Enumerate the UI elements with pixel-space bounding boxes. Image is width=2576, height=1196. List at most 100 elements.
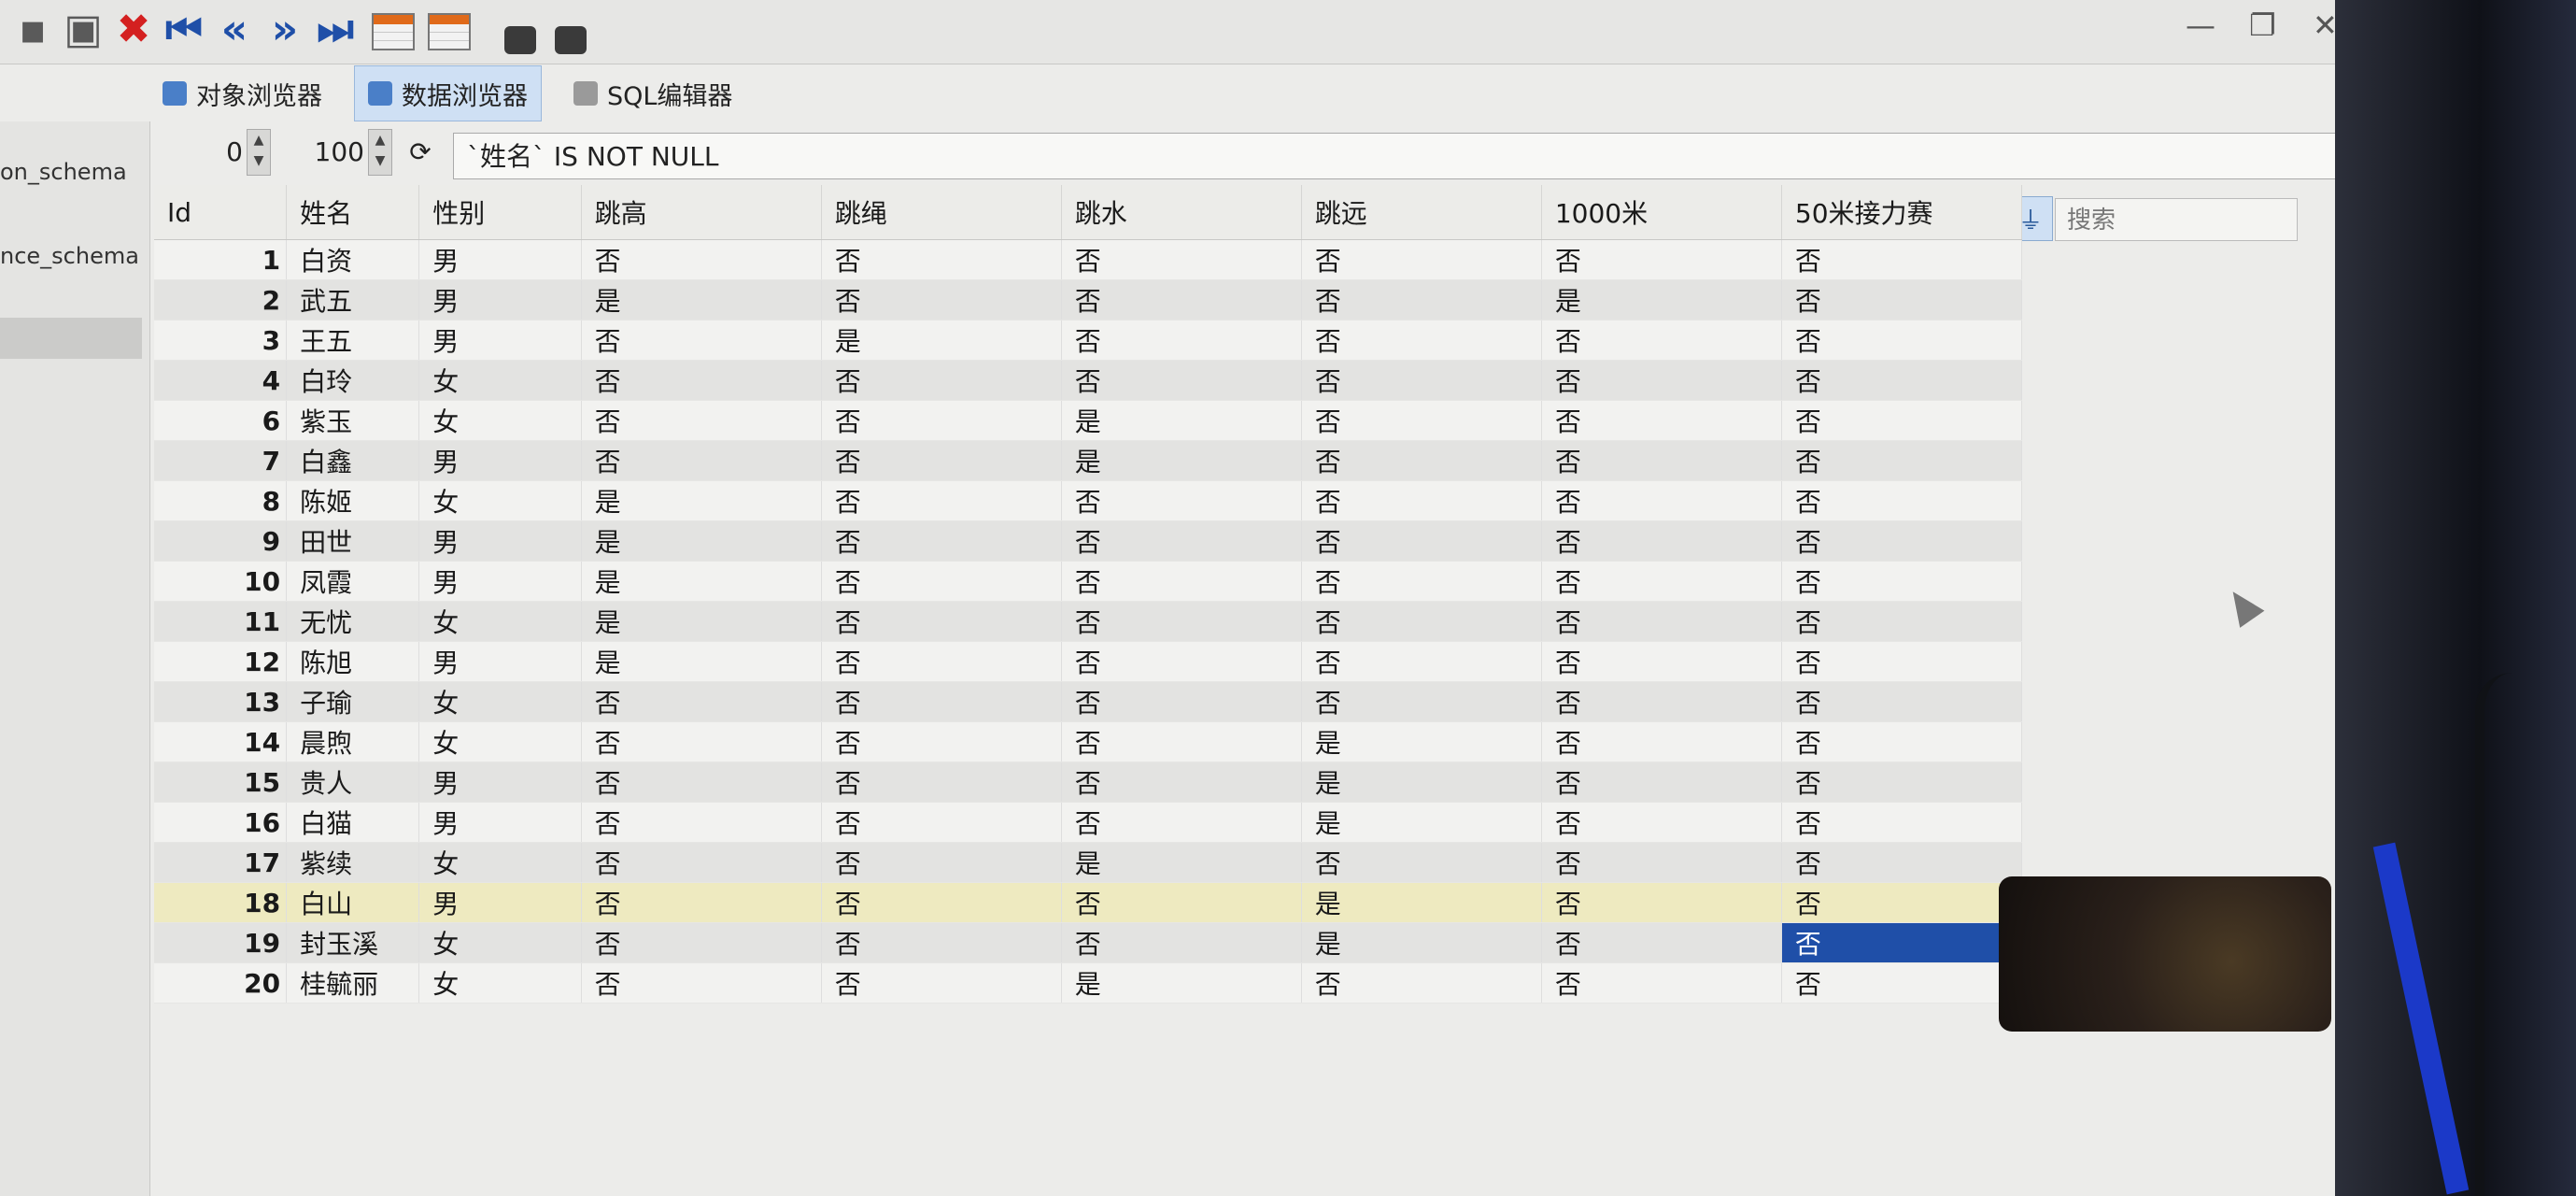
table-cell[interactable]: 否 — [1541, 681, 1782, 722]
table-cell[interactable]: 否 — [1541, 721, 1782, 762]
table-cell[interactable]: 否 — [1781, 601, 2023, 642]
table-cell[interactable]: 否 — [1781, 440, 2023, 481]
table-cell[interactable]: 是 — [1301, 721, 1542, 762]
row-id-cell[interactable]: 4 — [154, 360, 288, 401]
table-cell[interactable]: 否 — [1301, 480, 1542, 521]
table-cell[interactable]: 否 — [581, 882, 822, 923]
table-cell[interactable]: 否 — [1781, 641, 2023, 682]
next-page-icon[interactable]: » — [262, 6, 308, 53]
table-cell[interactable]: 是 — [581, 520, 822, 562]
tab-data-browser[interactable]: 数据浏览器 — [354, 65, 542, 121]
table-cell[interactable]: 否 — [1061, 561, 1302, 602]
first-page-icon[interactable]: ⏮ — [161, 6, 207, 53]
table-cell[interactable]: 是 — [821, 320, 1062, 361]
table-cell[interactable]: 否 — [1781, 842, 2023, 883]
table-cell[interactable]: 男 — [418, 440, 582, 481]
table-cell[interactable]: 否 — [581, 681, 822, 722]
table-cell[interactable]: 凤霞 — [286, 561, 420, 602]
refresh-icon[interactable]: ⟳ — [402, 129, 439, 174]
sidebar-item-schema[interactable]: nce_schema — [0, 243, 149, 280]
table-cell[interactable]: 否 — [821, 561, 1062, 602]
row-id-cell[interactable]: 10 — [154, 561, 288, 602]
table-cell[interactable]: 白玲 — [286, 360, 420, 401]
column-header[interactable]: 1000米 — [1541, 185, 1782, 240]
table-cell[interactable]: 男 — [418, 802, 582, 843]
table-cell[interactable]: 否 — [1061, 721, 1302, 762]
table-cell[interactable]: 否 — [581, 762, 822, 803]
table-row[interactable]: 3 王五男否是否否否否 — [154, 320, 2023, 361]
column-header[interactable]: Id — [154, 185, 288, 240]
table-cell[interactable]: 陈姬 — [286, 480, 420, 521]
table-cell[interactable]: 否 — [1781, 721, 2023, 762]
table-cell[interactable]: 否 — [1781, 561, 2023, 602]
table-row[interactable]: 19 封玉溪女否否否是否否 — [154, 922, 2023, 963]
limit-input[interactable]: 100 — [290, 129, 364, 174]
table-cell[interactable]: 否 — [1781, 520, 2023, 562]
row-id-cell[interactable]: 11 — [154, 601, 288, 642]
table-cell[interactable]: 否 — [1061, 480, 1302, 521]
table-cell[interactable]: 否 — [821, 882, 1062, 923]
export-icon[interactable] — [555, 26, 587, 54]
table-cell[interactable]: 否 — [1061, 320, 1302, 361]
import-icon[interactable] — [504, 26, 536, 54]
column-header[interactable]: 跳水 — [1061, 185, 1302, 240]
table-row[interactable]: 20 桂毓丽女否否是否否否 — [154, 962, 2023, 1004]
table-cell[interactable]: 是 — [1061, 842, 1302, 883]
table-cell[interactable]: 否 — [1781, 480, 2023, 521]
tab-sql-editor[interactable]: SQL编辑器 — [560, 65, 745, 121]
table-cell[interactable]: 紫续 — [286, 842, 420, 883]
table-row[interactable]: 17 紫续女否否是否否否 — [154, 842, 2023, 883]
table-cell[interactable]: 是 — [581, 601, 822, 642]
table-cell[interactable]: 女 — [418, 601, 582, 642]
table-cell[interactable]: 否 — [581, 360, 822, 401]
tab-object-browser[interactable]: 对象浏览器 — [149, 65, 335, 121]
table-cell[interactable]: 否 — [1541, 802, 1782, 843]
row-id-cell[interactable]: 12 — [154, 641, 288, 682]
table-cell[interactable]: 男 — [418, 520, 582, 562]
maximize-icon[interactable]: ❐ — [2249, 7, 2276, 43]
table-row[interactable]: 13 子瑜女否否否否否否 — [154, 681, 2023, 722]
table-cell[interactable]: 否 — [821, 360, 1062, 401]
table-cell[interactable]: 男 — [418, 762, 582, 803]
table-cell[interactable]: 否 — [1061, 239, 1302, 280]
table-cell[interactable]: 否 — [581, 440, 822, 481]
table-cell[interactable]: 男 — [418, 279, 582, 320]
table-cell[interactable]: 女 — [418, 721, 582, 762]
filter-expression-input[interactable]: `姓名` IS NOT NULL — [453, 133, 2391, 179]
table-cell[interactable]: 是 — [581, 279, 822, 320]
table-cell[interactable]: 田世 — [286, 520, 420, 562]
table-cell[interactable]: 否 — [1301, 641, 1542, 682]
row-id-cell[interactable]: 6 — [154, 400, 288, 441]
table-cell[interactable]: 是 — [1061, 400, 1302, 441]
table-cell[interactable]: 否 — [581, 400, 822, 441]
table-cell[interactable]: 男 — [418, 561, 582, 602]
close-icon[interactable]: ✕ — [2313, 7, 2338, 43]
table-cell[interactable]: 否 — [1541, 601, 1782, 642]
table-cell[interactable]: 否 — [1541, 762, 1782, 803]
table-cell[interactable]: 否 — [821, 641, 1062, 682]
table-cell[interactable]: 女 — [418, 400, 582, 441]
table-cell[interactable]: 否 — [1781, 320, 2023, 361]
table-cell[interactable]: 否 — [1301, 842, 1542, 883]
table-cell[interactable]: 否 — [1061, 681, 1302, 722]
table-cell[interactable]: 否 — [1301, 400, 1542, 441]
table-cell[interactable]: 否 — [1781, 239, 2023, 280]
table-cell[interactable]: 否 — [1061, 641, 1302, 682]
table-cell[interactable]: 否 — [1541, 320, 1782, 361]
table-cell[interactable]: 白猫 — [286, 802, 420, 843]
table-cell[interactable]: 否 — [1541, 480, 1782, 521]
table-cell[interactable]: 否 — [581, 922, 822, 963]
search-input[interactable]: 搜索 — [2055, 198, 2298, 241]
table-row[interactable]: 18 白山男否否否是否否 — [154, 882, 2023, 923]
table-cell[interactable]: 否 — [1061, 279, 1302, 320]
table-row[interactable]: 6 紫玉女否否是否否否 — [154, 400, 2023, 441]
row-id-cell[interactable]: 2 — [154, 279, 288, 320]
table-cell[interactable]: 是 — [1301, 762, 1542, 803]
table-cell[interactable]: 男 — [418, 641, 582, 682]
table-cell[interactable]: 否 — [821, 802, 1062, 843]
table-row[interactable]: 1 白资男否否否否否否 — [154, 239, 2023, 280]
save-all-icon[interactable]: ▣ — [60, 6, 106, 53]
table-cell[interactable]: 否 — [1541, 842, 1782, 883]
table-cell[interactable]: 否 — [1781, 882, 2023, 923]
table-cell[interactable]: 否 — [581, 842, 822, 883]
